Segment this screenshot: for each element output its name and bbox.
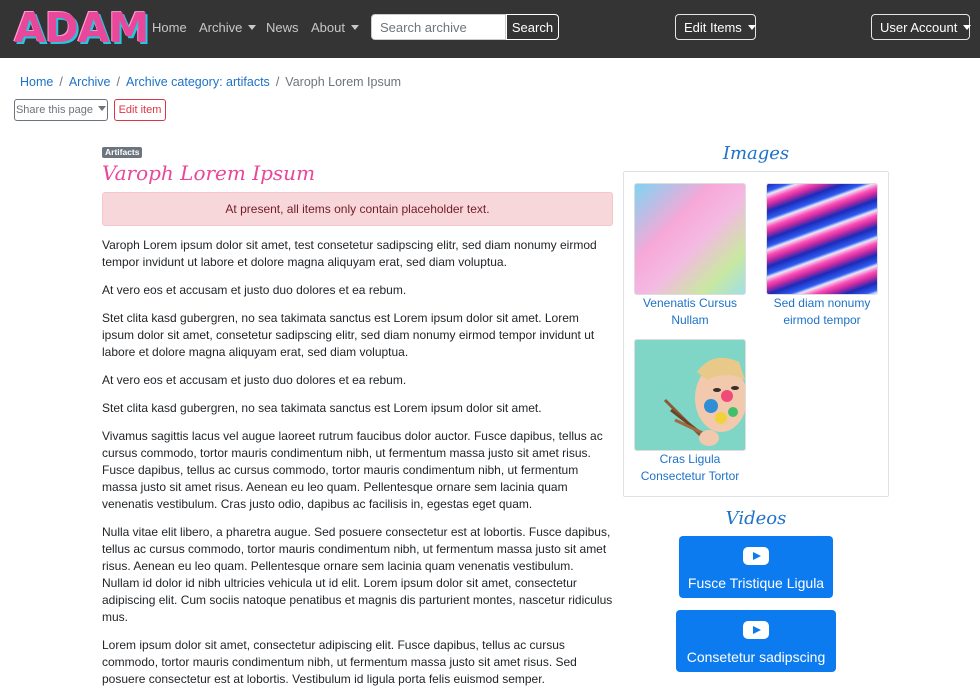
videos-heading: Videos xyxy=(725,508,787,529)
nav-about-dropdown[interactable]: About xyxy=(311,18,359,38)
caption-line: Nullam xyxy=(671,313,709,327)
nav-archive-dropdown[interactable]: Archive xyxy=(199,18,257,38)
category-badge: Artifacts xyxy=(102,147,143,158)
search-input[interactable] xyxy=(371,14,506,40)
breadcrumb-separator: / xyxy=(116,75,120,89)
search-button[interactable]: Search xyxy=(506,14,559,40)
image-caption-link[interactable]: Sed diam nonumy eirmod tempor xyxy=(756,295,888,329)
caption-line: Consectetur Tortor xyxy=(640,469,740,483)
caption-line: Venenatis Cursus xyxy=(642,296,738,310)
user-account-label: User Account xyxy=(880,19,958,35)
nav-archive-label: Archive xyxy=(199,20,243,35)
breadcrumb-separator: / xyxy=(275,75,280,89)
site-logo[interactable]: ADAM xyxy=(14,4,149,52)
video-label: Fusce Tristique Ligula xyxy=(687,575,825,591)
placeholder-alert: At present, all items only contain place… xyxy=(102,192,613,226)
caret-down-icon xyxy=(350,25,359,30)
caret-down-icon xyxy=(747,24,756,30)
image-thumbnail[interactable] xyxy=(766,183,878,295)
caption-line: Cras Ligula xyxy=(659,452,721,466)
breadcrumb-current: Varoph Lorem Ipsum xyxy=(285,75,402,89)
youtube-play-icon xyxy=(743,547,769,565)
nav-home-label: Home xyxy=(152,20,187,35)
caret-down-icon xyxy=(98,106,107,111)
item-title: Varoph Lorem Ipsum xyxy=(102,161,316,185)
caret-down-icon xyxy=(248,25,257,30)
video-button[interactable]: Consetetur sadipscing xyxy=(676,610,836,672)
video-button[interactable]: Fusce Tristique Ligula xyxy=(679,536,833,598)
edit-items-label: Edit Items xyxy=(684,19,742,35)
breadcrumb-home[interactable]: Home xyxy=(20,75,53,89)
paragraph: At vero eos et accusam et justo duo dolo… xyxy=(102,373,407,387)
nav-home-link[interactable]: Home xyxy=(152,18,187,38)
paragraph: Nulla vitae elit libero, a pharetra augu… xyxy=(102,525,613,624)
caret-down-icon xyxy=(963,24,972,30)
nav-news-label: News xyxy=(266,20,299,35)
user-account-dropdown[interactable]: User Account xyxy=(871,14,972,40)
share-page-label: Share this page xyxy=(15,104,94,116)
paragraph: Stet clita kasd gubergren, no sea takima… xyxy=(102,311,595,359)
nav-news-link[interactable]: News xyxy=(266,18,299,38)
paragraph: At vero eos et accusam et justo duo dolo… xyxy=(102,283,407,297)
image-caption-link[interactable]: Cras Ligula Consectetur Tortor xyxy=(624,451,756,485)
paragraph: Varoph Lorem ipsum dolor sit amet, test … xyxy=(102,238,597,269)
item-body: Varoph Lorem ipsum dolor sit amet, test … xyxy=(102,237,614,699)
images-gallery: Venenatis Cursus Nullam Sed diam nonumy … xyxy=(623,171,889,497)
paragraph: Vivamus sagittis lacus vel augue laoreet… xyxy=(102,429,603,511)
image-caption-link[interactable]: Venenatis Cursus Nullam xyxy=(624,295,756,329)
breadcrumb-archive[interactable]: Archive xyxy=(69,75,111,89)
navbar: ADAM Home Archive News About Search Edit… xyxy=(0,0,980,58)
paragraph: Stet clita kasd gubergren, no sea takima… xyxy=(102,401,542,415)
edit-item-button[interactable]: Edit item xyxy=(114,99,166,121)
breadcrumb: Home / Archive / Archive category: artifacts… xyxy=(20,74,401,90)
images-heading: Images xyxy=(722,143,790,164)
breadcrumb-category[interactable]: Archive category: artifacts xyxy=(126,75,270,89)
paragraph: Lorem ipsum dolor sit amet, consectetur … xyxy=(102,638,577,686)
face-paint-portrait-icon xyxy=(635,340,745,450)
youtube-play-icon xyxy=(743,621,769,639)
caption-line: eirmod tempor xyxy=(783,313,861,327)
video-label: Consetetur sadipscing xyxy=(686,649,826,665)
image-thumbnail[interactable] xyxy=(634,183,746,295)
edit-items-dropdown[interactable]: Edit Items xyxy=(675,14,756,40)
nav-about-label: About xyxy=(311,20,345,35)
share-page-dropdown[interactable]: Share this page xyxy=(14,99,108,121)
caption-line: Sed diam nonumy xyxy=(773,296,871,310)
image-thumbnail[interactable] xyxy=(634,339,746,451)
breadcrumb-separator: / xyxy=(59,75,63,89)
